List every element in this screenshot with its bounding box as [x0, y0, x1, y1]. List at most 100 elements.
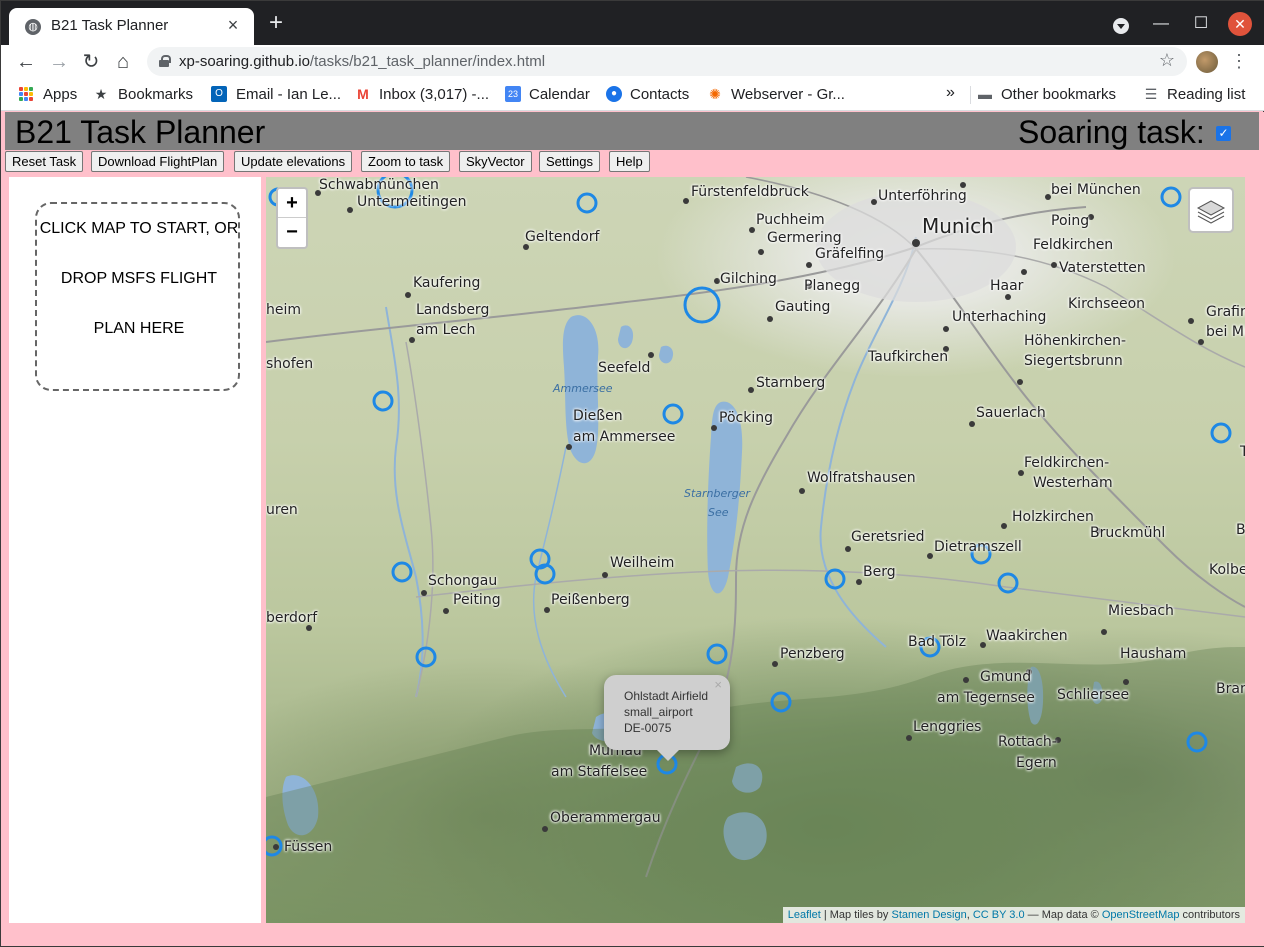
- place-label: Miesbach: [1108, 603, 1174, 619]
- drop-zone-line-3: PLAN HERE: [93, 320, 185, 337]
- place-label: Dietramszell: [934, 539, 1022, 555]
- minimize-icon[interactable]: —: [1148, 11, 1174, 37]
- apps-grid-icon: [19, 87, 33, 101]
- reset-task-button[interactable]: Reset Task: [5, 151, 84, 172]
- place-label: Oberammergau: [550, 810, 661, 826]
- bookmark-bookmarks[interactable]: Bookmarks: [118, 86, 193, 103]
- new-tab-button[interactable]: +: [263, 10, 289, 36]
- place-label: Kirchseeon: [1068, 296, 1146, 312]
- bookmark-webserver[interactable]: Webserver - Gr...: [731, 86, 845, 103]
- place-label: Geltendorf: [525, 229, 600, 245]
- place-label: Penzberg: [780, 646, 845, 662]
- bookmarks-overflow-button[interactable]: »: [946, 84, 955, 102]
- place-label: Geretsried: [851, 529, 925, 545]
- osm-link[interactable]: OpenStreetMap: [1102, 909, 1180, 921]
- place-label: Wolfratshausen: [807, 470, 916, 486]
- bookmark-inbox[interactable]: Inbox (3,017) -...: [379, 86, 489, 103]
- place-label: Kaufering: [413, 275, 481, 291]
- browser-menu-icon[interactable]: ⋮: [1229, 48, 1249, 74]
- bookmark-star-icon[interactable]: ☆: [1159, 50, 1175, 71]
- task-sidebar: CLICK MAP TO START, OR DROP MSFS FLIGHT …: [9, 177, 261, 923]
- place-label: Egern: [1016, 755, 1057, 771]
- outlook-icon: O: [211, 86, 227, 102]
- water-label-see: See: [708, 506, 729, 519]
- ammer-river: [532, 446, 567, 698]
- attribution-text: — Map data ©: [1024, 909, 1102, 921]
- window-close-icon[interactable]: ✕: [1228, 12, 1252, 36]
- place-label: Schwabmünchen: [319, 177, 439, 193]
- bookmark-email[interactable]: Email - Ian Le...: [236, 86, 341, 103]
- bookmark-apps[interactable]: Apps: [43, 86, 77, 103]
- popup-airport-type: small_airport: [624, 705, 693, 719]
- place-label: Füssen: [284, 839, 333, 855]
- road-b17: [405, 341, 434, 698]
- place-label: Siegertsbrunn: [1024, 353, 1123, 369]
- lock-icon: [159, 55, 171, 67]
- place-label: Dießen: [573, 408, 623, 424]
- zoom-control: + −: [276, 187, 308, 249]
- place-label: Westerham: [1033, 475, 1113, 491]
- skyvector-button[interactable]: SkyVector: [459, 151, 532, 172]
- place-label: Schliersee: [1057, 687, 1130, 703]
- flight-plan-drop-zone[interactable]: CLICK MAP TO START, OR DROP MSFS FLIGHT …: [35, 202, 240, 391]
- gmail-icon: M: [357, 86, 369, 102]
- reading-list[interactable]: Reading list: [1167, 86, 1245, 103]
- zoom-out-button[interactable]: −: [278, 218, 306, 247]
- zoom-in-button[interactable]: +: [278, 189, 306, 218]
- extension-avatar-icon[interactable]: [1196, 51, 1218, 73]
- place-label: uren: [266, 502, 298, 518]
- layers-control-button[interactable]: [1188, 187, 1234, 233]
- place-label: berdorf: [266, 610, 318, 626]
- bookmark-contacts[interactable]: Contacts: [630, 86, 689, 103]
- close-tab-icon[interactable]: ×: [222, 14, 244, 36]
- license-link[interactable]: CC BY 3.0: [973, 909, 1025, 921]
- place-label: Bruckmühl: [1090, 525, 1166, 541]
- bookmark-calendar[interactable]: Calendar: [529, 86, 590, 103]
- place-label: Taufkirchen: [868, 349, 949, 365]
- place-label: Weilheim: [610, 555, 675, 571]
- download-flightplan-button[interactable]: Download FlightPlan: [91, 151, 225, 172]
- browser-tab[interactable]: ◍ B21 Task Planner ×: [9, 8, 254, 45]
- popup-airport-name: Ohlstadt Airfield: [624, 689, 709, 703]
- place-label: Gräfelfing: [815, 246, 885, 262]
- place-label: Kolberm: [1209, 562, 1245, 578]
- place-label: Sauerlach: [976, 405, 1046, 421]
- zoom-to-task-button[interactable]: Zoom to task: [361, 151, 451, 172]
- bookmarks-divider: [970, 86, 971, 104]
- home-icon[interactable]: ⌂: [110, 49, 136, 75]
- forward-arrow-icon[interactable]: →: [46, 49, 72, 75]
- help-button[interactable]: Help: [609, 151, 650, 172]
- stamen-link[interactable]: Stamen Design: [891, 909, 966, 921]
- url-text[interactable]: xp-soaring.github.io/tasks/b21_task_plan…: [179, 53, 545, 70]
- place-label: Hausham: [1120, 646, 1187, 662]
- map-view[interactable]: Schwabmünchen Untermeitingen Fürstenfeld…: [266, 177, 1245, 923]
- drop-zone-line-1: CLICK MAP TO START, OR: [39, 220, 239, 237]
- popup-close-icon[interactable]: ×: [714, 677, 722, 692]
- place-label: Lenggries: [913, 719, 982, 735]
- place-label: Unterföhring: [878, 188, 967, 204]
- back-arrow-icon[interactable]: ←: [13, 49, 39, 75]
- star-icon: ★: [94, 86, 108, 102]
- leaflet-link[interactable]: Leaflet: [788, 909, 821, 921]
- other-bookmarks[interactable]: Other bookmarks: [1001, 86, 1116, 103]
- place-label: Schongau: [428, 573, 498, 589]
- maximize-icon[interactable]: ☐: [1188, 11, 1214, 37]
- globe-icon: ◍: [25, 19, 41, 35]
- grafana-icon: ✺: [709, 86, 721, 102]
- bookmarks-bar: Apps ★ Bookmarks O Email - Ian Le... M I…: [1, 78, 1264, 111]
- place-label: Fürstenfeldbruck: [691, 184, 809, 200]
- settings-button[interactable]: Settings: [539, 151, 600, 172]
- place-label: Feldkirchen-: [1024, 455, 1110, 471]
- place-label: Waakirchen: [986, 628, 1068, 644]
- place-label: Höhenkirchen-: [1024, 333, 1127, 349]
- tab-title: B21 Task Planner: [51, 17, 169, 34]
- update-elevations-button[interactable]: Update elevations: [234, 151, 353, 172]
- address-bar[interactable]: xp-soaring.github.io/tasks/b21_task_plan…: [147, 47, 1187, 76]
- url-path: /tasks/b21_task_planner/index.html: [309, 53, 546, 70]
- soaring-task-checkbox[interactable]: ✓: [1216, 126, 1231, 141]
- place-label: Puchheim: [756, 212, 825, 228]
- tab-search-icon[interactable]: [1113, 18, 1129, 34]
- place-label: Gilching: [720, 271, 777, 287]
- soaring-task-label: Soaring task:: [1018, 114, 1205, 150]
- reload-icon[interactable]: ↻: [78, 49, 104, 75]
